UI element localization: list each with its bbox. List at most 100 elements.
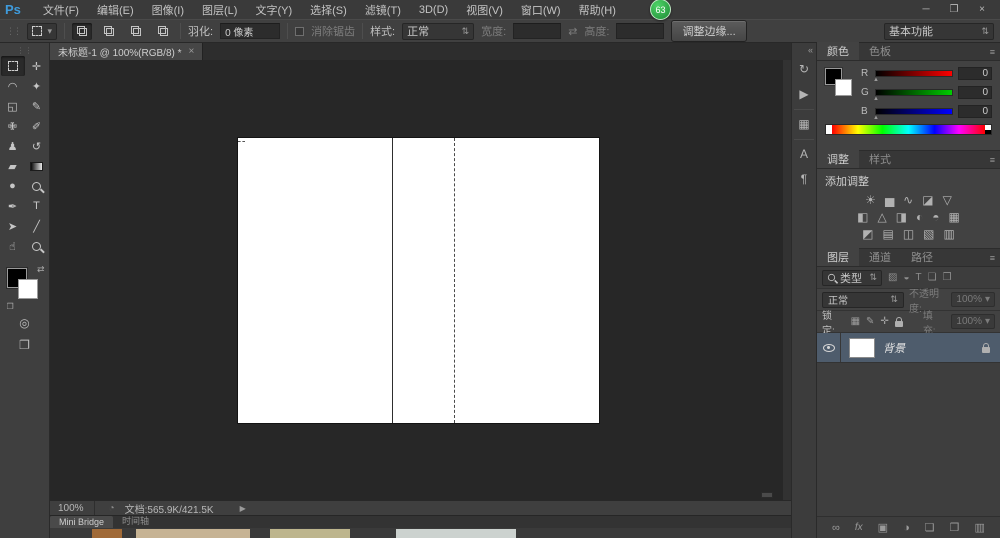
quick-mask-button[interactable]: ◎ xyxy=(19,316,29,330)
lock-position-icon[interactable]: ✛ xyxy=(880,316,888,327)
intersect-selection-button[interactable] xyxy=(153,23,173,40)
tool-magic-wand[interactable]: ✦ xyxy=(25,76,49,96)
lock-paint-icon[interactable]: ✎ xyxy=(866,316,874,327)
subtract-selection-button[interactable] xyxy=(126,23,146,40)
color-lookup-icon[interactable]: ▦ xyxy=(949,210,960,224)
layer-style-icon[interactable]: fx xyxy=(855,522,863,533)
menu-view[interactable]: 视图(V) xyxy=(458,0,511,20)
filter-smart-object-icon[interactable]: ❒ xyxy=(943,272,952,283)
background-color[interactable] xyxy=(835,79,852,96)
tab-adjustments[interactable]: 调整 xyxy=(817,150,859,168)
close-button[interactable]: × xyxy=(968,2,996,17)
blue-slider[interactable]: ▲ xyxy=(873,108,953,121)
toolbar-grip[interactable]: ⋮⋮ xyxy=(17,46,33,56)
layer-row-background[interactable]: 背景 xyxy=(817,333,1000,363)
tool-dodge[interactable] xyxy=(25,176,49,196)
layer-thumbnail[interactable] xyxy=(849,337,875,358)
default-colors-icon[interactable]: ❐ xyxy=(7,302,14,311)
tool-preset-picker[interactable]: ▾ xyxy=(27,22,57,40)
menu-layer[interactable]: 图层(L) xyxy=(194,0,245,20)
delete-layer-icon[interactable]: ▥ xyxy=(975,521,985,534)
filter-type-dropdown[interactable]: 类型 ⇅ xyxy=(822,269,882,286)
menu-type[interactable]: 文字(Y) xyxy=(247,0,300,20)
tool-lasso[interactable]: ◠ xyxy=(1,76,25,96)
swap-colors-icon[interactable]: ⇄ xyxy=(37,264,45,275)
filter-pixel-layers-icon[interactable]: ▨ xyxy=(888,272,897,283)
menu-filter[interactable]: 滤镜(T) xyxy=(357,0,409,20)
blue-value-input[interactable]: 0 xyxy=(958,105,992,118)
new-adjustment-icon[interactable]: ◑ xyxy=(903,522,910,534)
minimize-button[interactable]: ─ xyxy=(912,2,940,17)
add-selection-button[interactable] xyxy=(99,23,119,40)
refine-edge-button[interactable]: 调整边缘... xyxy=(671,20,747,42)
blend-mode-dropdown[interactable]: 正常 ⇅ xyxy=(822,291,904,308)
tool-move[interactable]: ✛ xyxy=(25,56,49,76)
vibrance-icon[interactable]: ▽ xyxy=(943,193,952,207)
restore-button[interactable]: ❐ xyxy=(940,2,968,17)
tool-rectangular-marquee[interactable] xyxy=(0,56,25,76)
menu-file[interactable]: 文件(F) xyxy=(35,0,87,20)
zoom-level-input[interactable]: 100% xyxy=(50,501,95,515)
menu-select[interactable]: 选择(S) xyxy=(302,0,355,20)
tool-zoom[interactable] xyxy=(25,236,49,256)
thumbnail[interactable] xyxy=(396,529,516,538)
link-layers-icon[interactable]: ∞ xyxy=(832,522,840,534)
tab-color[interactable]: 颜色 xyxy=(817,42,859,60)
posterize-icon[interactable]: ▤ xyxy=(882,227,893,241)
levels-icon[interactable]: ▅ xyxy=(885,193,894,207)
channel-mixer-icon[interactable]: ◓ xyxy=(932,210,939,224)
lock-all-icon[interactable] xyxy=(894,316,903,327)
properties-panel-button[interactable]: ▦ xyxy=(793,113,815,135)
visibility-toggle[interactable] xyxy=(817,333,841,362)
feather-input[interactable]: 0 像素 xyxy=(220,23,281,39)
paragraph-panel-button[interactable]: ¶ xyxy=(793,168,815,190)
menu-3d[interactable]: 3D(D) xyxy=(411,2,456,18)
tab-mini-bridge[interactable]: Mini Bridge xyxy=(50,516,114,528)
tool-pen[interactable]: ✒ xyxy=(1,196,25,216)
swap-dimensions-icon[interactable]: ⇄ xyxy=(568,25,577,38)
tab-timeline[interactable]: 时间轴 xyxy=(113,513,158,528)
tool-brush[interactable]: ✐ xyxy=(25,116,49,136)
lock-transparent-icon[interactable]: ▦ xyxy=(851,316,860,327)
style-dropdown[interactable]: 正常 ⇅ xyxy=(402,22,475,40)
height-input[interactable] xyxy=(616,23,665,39)
new-layer-icon[interactable]: ❐ xyxy=(950,521,960,534)
canvas-resize-grip[interactable] xyxy=(761,492,773,498)
document-tab[interactable]: 未标题-1 @ 100%(RGB/8) * × xyxy=(50,43,204,60)
canvas-viewport[interactable] xyxy=(50,60,791,500)
curves-icon[interactable]: ∿ xyxy=(903,193,913,207)
menu-edit[interactable]: 编辑(E) xyxy=(89,0,142,20)
filter-adjustment-layers-icon[interactable]: ◒ xyxy=(903,272,909,283)
opacity-dropdown[interactable]: 100% ▾ xyxy=(951,292,995,307)
collapse-dock-icon[interactable]: « xyxy=(808,45,813,55)
tool-history-brush[interactable]: ↺ xyxy=(25,136,49,156)
color-spectrum-ramp[interactable] xyxy=(825,124,992,135)
tool-clone-stamp[interactable]: ♟ xyxy=(1,136,25,156)
document-canvas[interactable] xyxy=(237,138,599,423)
exposure-icon[interactable]: ◪ xyxy=(922,193,933,207)
photo-filter-icon[interactable]: ◐ xyxy=(916,210,923,224)
thumbnail[interactable] xyxy=(92,529,122,538)
screen-mode-button[interactable]: ❐ xyxy=(19,338,30,352)
tool-crop[interactable]: ◱ xyxy=(1,96,25,116)
black-white-icon[interactable]: ◨ xyxy=(896,210,907,224)
filter-type-layers-icon[interactable]: T xyxy=(916,272,922,283)
close-tab-icon[interactable]: × xyxy=(189,46,195,57)
antialias-checkbox[interactable] xyxy=(295,26,305,36)
red-value-input[interactable]: 0 xyxy=(958,67,992,80)
tool-blur[interactable]: ● xyxy=(1,176,25,196)
tool-path-selection[interactable]: ➤ xyxy=(1,216,25,236)
gradient-map-icon[interactable]: ▧ xyxy=(923,227,934,241)
panel-menu-icon[interactable]: ≡ xyxy=(990,253,995,263)
hue-saturation-icon[interactable]: ◧ xyxy=(857,210,868,224)
tool-eraser[interactable]: ▰ xyxy=(1,156,25,176)
panel-menu-icon[interactable]: ≡ xyxy=(990,155,995,165)
tool-type[interactable]: T xyxy=(25,196,49,216)
character-panel-button[interactable]: A xyxy=(793,143,815,165)
green-slider[interactable]: ▲ xyxy=(873,89,953,102)
new-selection-button[interactable] xyxy=(72,22,92,40)
fill-dropdown[interactable]: 100% ▾ xyxy=(951,314,995,329)
invert-icon[interactable]: ◩ xyxy=(862,227,873,241)
selective-color-icon[interactable]: ▥ xyxy=(944,227,955,241)
tool-hand[interactable]: ☝ xyxy=(1,236,25,256)
